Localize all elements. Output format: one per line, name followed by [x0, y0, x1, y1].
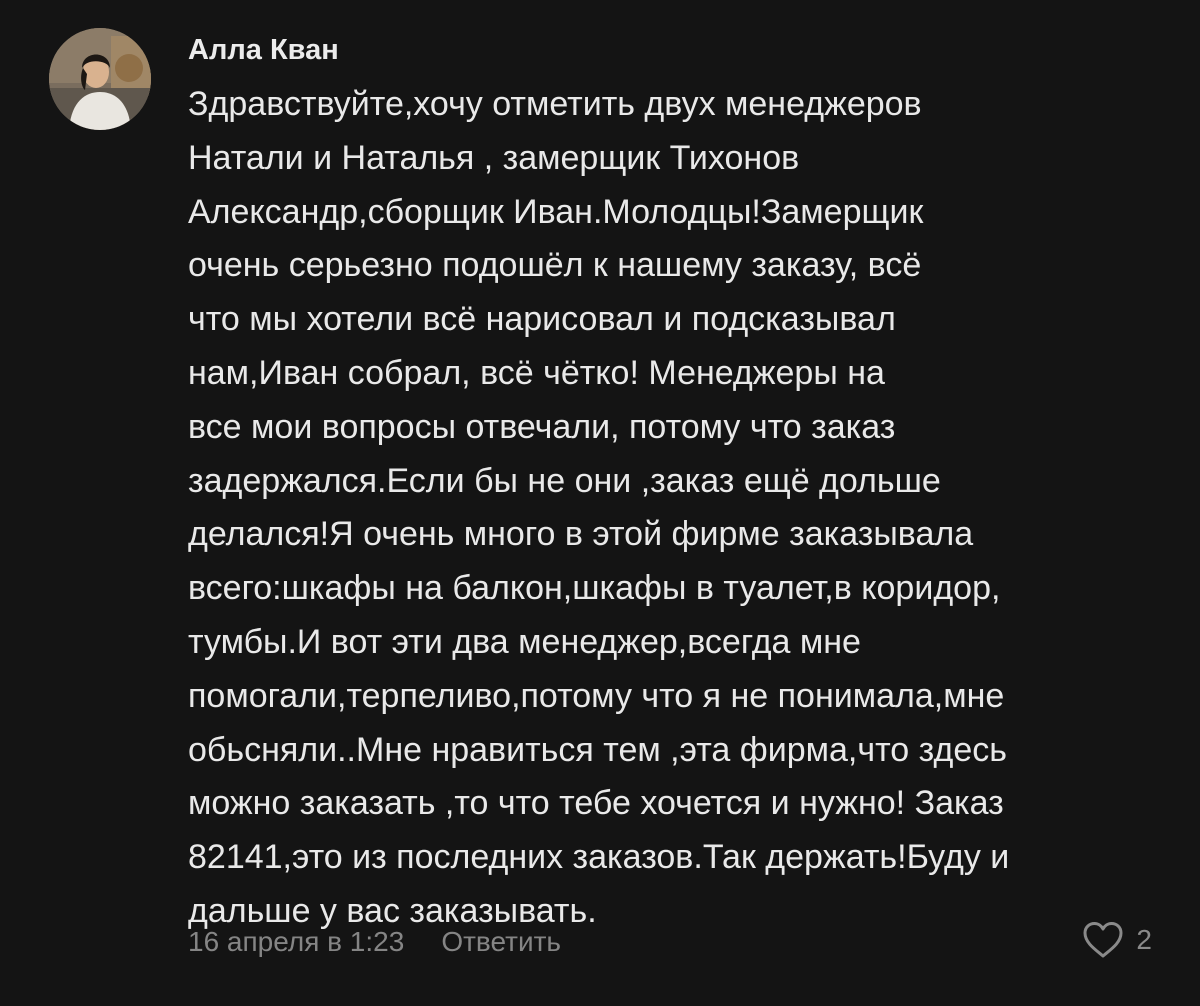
like-count: 2: [1136, 924, 1152, 955]
comment-date[interactable]: 16 апреля в 1:23: [188, 926, 404, 958]
comment-line: тумбы.И вот эти два менеджер,всегда мне: [188, 622, 861, 661]
comment-line: все мои вопросы отвечали, потому что зак…: [188, 407, 896, 446]
avatar[interactable]: [49, 28, 151, 130]
like-button[interactable]: 2: [1082, 918, 1152, 962]
comment-text: Здравствуйте,хочу отметить двух менеджер…: [188, 78, 1178, 939]
comment: Алла Кван Здравствуйте,хочу отметить дву…: [0, 0, 1200, 1006]
comment-meta: 16 апреля в 1:23 Ответить: [188, 920, 561, 964]
comment-line: что мы хотели всё нарисовал и подсказыва…: [188, 300, 896, 339]
heart-icon: [1083, 922, 1123, 958]
comment-line: нам,Иван собрал, всё чётко! Менеджеры на: [188, 353, 885, 392]
comment-line: обьсняли..Мне нравиться тем ,эта фирма,ч…: [188, 730, 1007, 769]
avatar-photo: [49, 28, 151, 130]
comment-line: задержался.Если бы не они ,заказ ещё дол…: [188, 461, 941, 500]
comment-line: Натали и Наталья , замерщик Тихонов: [188, 138, 800, 177]
comment-line: можно заказать ,то что тебе хочется и ну…: [188, 784, 1004, 823]
comment-line: помогали,терпеливо,потому что я не поним…: [188, 676, 1005, 715]
comment-line: Здравствуйте,хочу отметить двух менеджер…: [188, 85, 922, 123]
comment-line: всего:шкафы на балкон,шкафы в туалет,в к…: [188, 569, 1001, 608]
comment-line: Александр,сборщик Иван.Молодцы!Замерщик: [188, 192, 924, 231]
reply-button[interactable]: Ответить: [441, 926, 561, 958]
comment-line: очень серьезно подошёл к нашему заказу, …: [188, 246, 922, 285]
comment-line: 82141,это из последних заказов.Так держа…: [188, 838, 1010, 877]
comment-line: делался!Я очень много в этой фирме заказ…: [188, 515, 974, 554]
author-name[interactable]: Алла Кван: [188, 30, 339, 70]
